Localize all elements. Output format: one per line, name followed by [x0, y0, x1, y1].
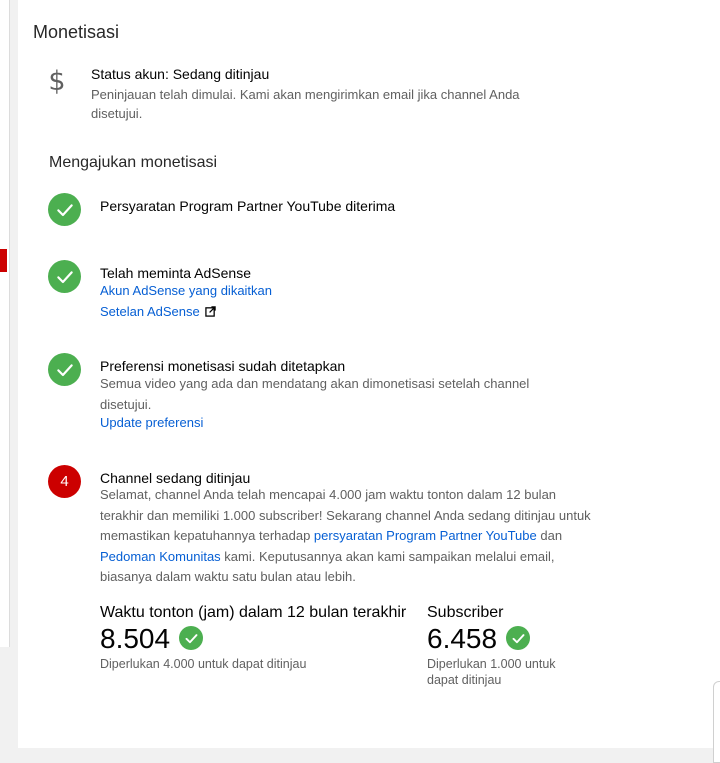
check-circle-icon	[506, 626, 530, 650]
external-link-icon	[205, 306, 216, 317]
check-circle-icon	[48, 260, 81, 293]
watch-time-label: Waktu tonton (jam) dalam 12 bulan terakh…	[100, 604, 407, 621]
adsense-settings-label: Setelan AdSense	[100, 304, 200, 319]
step-preferences-title: Preferensi monetisasi sudah ditetapkan	[100, 358, 346, 374]
step-adsense-title: Telah meminta AdSense	[100, 265, 251, 281]
step-ypp-terms-title: Persyaratan Program Partner YouTube dite…	[100, 198, 396, 214]
left-panel-edge	[0, 0, 10, 647]
monetization-card: Monetisasi $ Status akun: Sedang ditinja…	[18, 0, 720, 748]
ypp-requirements-link[interactable]: persyaratan Program Partner YouTube	[314, 528, 537, 543]
watch-time-value: 8.504	[100, 623, 171, 654]
step-channel-review-description: Selamat, channel Anda telah mencapai 4.0…	[100, 487, 591, 585]
adsense-settings-link[interactable]: Setelan AdSense	[100, 304, 216, 319]
account-status-title: Status akun: Sedang ditinjau	[91, 66, 270, 82]
subscriber-requirement: Diperlukan 1.000 untuk dapat ditinjau	[427, 657, 556, 687]
account-status-description: Peninjauan telah dimulai. Kami akan meng…	[91, 87, 520, 121]
left-panel-active-marker	[0, 249, 7, 272]
community-guidelines-link[interactable]: Pedoman Komunitas	[100, 549, 221, 564]
check-circle-icon	[179, 626, 203, 650]
section-title: Monetisasi	[33, 22, 120, 42]
check-circle-icon	[48, 353, 81, 386]
check-circle-icon	[48, 193, 81, 226]
dollar-icon: $	[48, 66, 66, 97]
step-channel-review-title: Channel sedang ditinjau	[100, 470, 251, 486]
side-panel-edge	[713, 681, 720, 763]
subscriber-value: 6.458	[427, 623, 498, 654]
update-preferences-link[interactable]: Update preferensi	[100, 415, 203, 430]
step-number-badge: 4	[48, 465, 81, 498]
subscriber-label: Subscriber	[427, 604, 504, 621]
linked-adsense-link[interactable]: Akun AdSense yang dikaitkan	[100, 283, 272, 298]
watch-time-requirement: Diperlukan 4.000 untuk dapat ditinjau	[100, 657, 307, 671]
apply-monetization-title: Mengajukan monetisasi	[49, 154, 218, 171]
step-preferences-description: Semua video yang ada dan mendatang akan …	[100, 376, 530, 412]
